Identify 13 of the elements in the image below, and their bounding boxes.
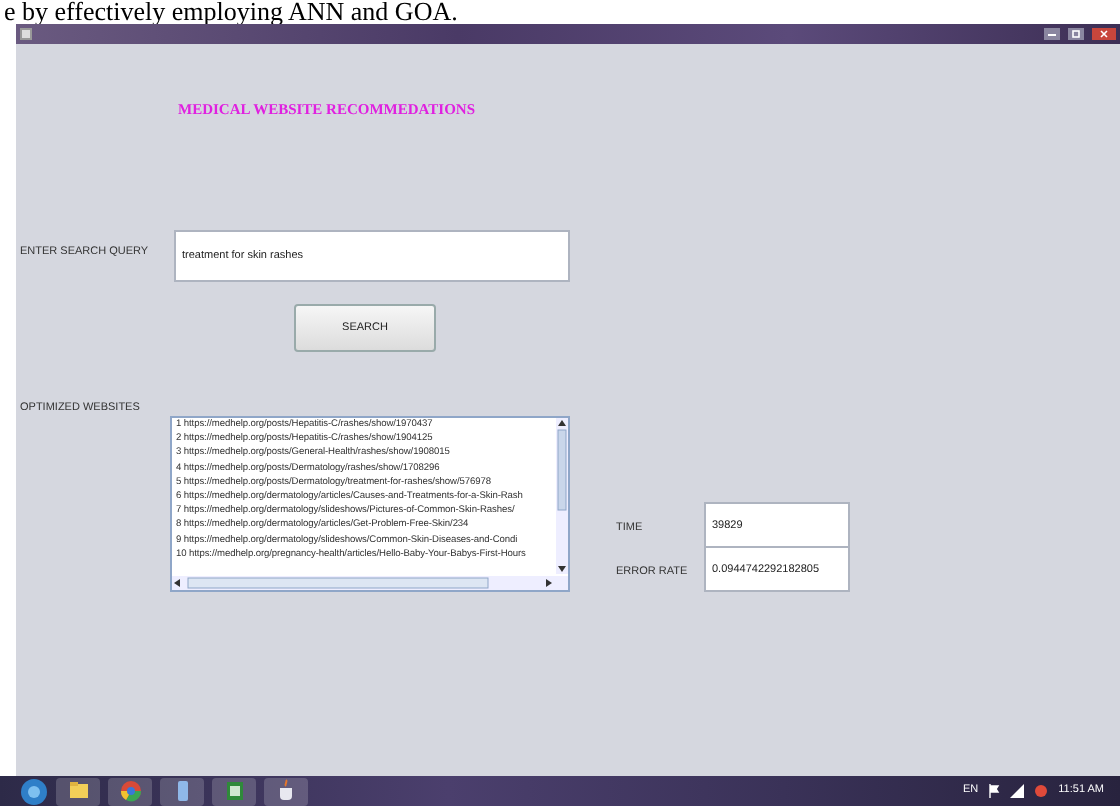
browser-icon[interactable]	[117, 778, 143, 804]
signal-icon[interactable]	[1010, 784, 1025, 798]
folder-icon[interactable]	[65, 778, 91, 804]
vertical-scrollbar[interactable]	[556, 418, 568, 574]
horizontal-scrollbar[interactable]	[172, 576, 568, 590]
close-icon[interactable]	[1092, 28, 1116, 40]
caption-text: e by effectively employing ANN and GOA.	[2, 0, 460, 24]
maximize-icon[interactable]	[1068, 28, 1084, 40]
flag-icon[interactable]	[988, 784, 1001, 798]
app-icon	[20, 28, 32, 40]
spreadsheet-icon[interactable]	[221, 778, 247, 804]
minimize-icon[interactable]	[1044, 28, 1060, 40]
start-icon[interactable]	[20, 777, 48, 805]
